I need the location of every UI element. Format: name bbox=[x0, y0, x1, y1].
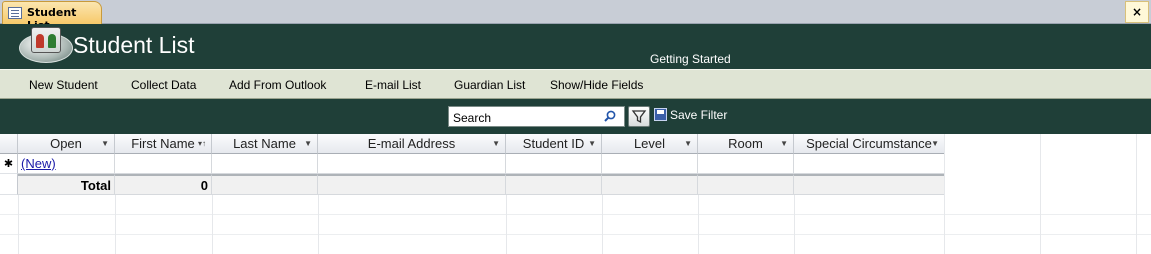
filter-button[interactable] bbox=[628, 106, 650, 127]
close-tab-button[interactable]: × bbox=[1125, 1, 1149, 23]
total-cell[interactable] bbox=[602, 174, 698, 195]
column-header-first-name[interactable]: First Name ▾↑ bbox=[115, 134, 212, 154]
grid-line bbox=[602, 195, 603, 254]
sort-ascending-icon[interactable]: ▾↑ bbox=[198, 134, 206, 154]
save-filter-button[interactable]: Save Filter bbox=[654, 108, 727, 122]
student-book-logo-icon bbox=[19, 27, 73, 63]
total-cell[interactable] bbox=[506, 174, 602, 195]
grid-line bbox=[0, 234, 1151, 235]
new-record-asterisk-icon: ✱ bbox=[3, 157, 14, 170]
column-header-label: Level bbox=[633, 136, 666, 151]
last-name-cell[interactable] bbox=[212, 154, 318, 174]
search-icon[interactable] bbox=[604, 110, 616, 122]
grid-line bbox=[944, 134, 945, 254]
document-tab-strip: Student List × bbox=[0, 0, 1151, 32]
tab-student-list[interactable]: Student List bbox=[2, 1, 102, 32]
save-filter-label: Save Filter bbox=[670, 108, 728, 122]
column-header-email[interactable]: E-mail Address ▼ bbox=[318, 134, 506, 154]
grid-line bbox=[506, 195, 507, 254]
column-header-special-circumstance[interactable]: Special Circumstance ▼ bbox=[794, 134, 945, 154]
grid-line bbox=[115, 195, 116, 254]
student-id-cell[interactable] bbox=[506, 154, 602, 174]
dropdown-arrow-icon[interactable]: ▼ bbox=[931, 134, 939, 154]
grid-line bbox=[212, 195, 213, 254]
new-record-selector[interactable]: ✱ bbox=[0, 154, 18, 174]
close-icon: × bbox=[1131, 5, 1143, 19]
room-cell[interactable] bbox=[698, 154, 794, 174]
getting-started-link[interactable]: Getting Started bbox=[650, 52, 731, 66]
level-cell[interactable] bbox=[602, 154, 698, 174]
column-header-open[interactable]: Open ▼ bbox=[18, 134, 115, 154]
form-header: Student List Getting Started bbox=[0, 24, 1151, 69]
dropdown-arrow-icon[interactable]: ▼ bbox=[492, 134, 500, 154]
column-header-label: Room bbox=[728, 136, 763, 151]
column-header-student-id[interactable]: Student ID ▼ bbox=[506, 134, 602, 154]
filter-icon bbox=[631, 110, 647, 124]
total-cell[interactable] bbox=[212, 174, 318, 195]
total-label: Total bbox=[18, 174, 115, 195]
column-header-room[interactable]: Room ▼ bbox=[698, 134, 794, 154]
select-all-corner[interactable] bbox=[0, 134, 18, 154]
search-bar: Save Filter bbox=[0, 99, 1151, 134]
total-cell[interactable] bbox=[318, 174, 506, 195]
total-cell[interactable] bbox=[698, 174, 794, 195]
dropdown-arrow-icon[interactable]: ▼ bbox=[588, 134, 596, 154]
grid-line bbox=[318, 195, 319, 254]
column-header-label: First Name bbox=[131, 136, 195, 151]
new-record-link[interactable]: (New) bbox=[21, 156, 56, 171]
column-header-row: Open ▼ First Name ▾↑ Last Name ▼ E-mail Add… bbox=[0, 134, 1151, 154]
grid-line bbox=[0, 214, 1151, 215]
totals-selector bbox=[0, 174, 18, 195]
column-header-label: E-mail Address bbox=[367, 136, 456, 151]
grid-line bbox=[1040, 134, 1041, 254]
column-header-label: Student ID bbox=[522, 136, 585, 151]
new-student-button[interactable]: New Student bbox=[29, 78, 98, 92]
form-icon bbox=[8, 7, 22, 19]
dropdown-arrow-icon[interactable]: ▼ bbox=[304, 134, 312, 154]
command-bar: New Student Collect Data Add From Outloo… bbox=[0, 69, 1151, 99]
collect-data-button[interactable]: Collect Data bbox=[131, 78, 196, 92]
grid-line bbox=[1136, 134, 1137, 254]
grid-line bbox=[18, 195, 19, 254]
column-header-label: Special Circumstance bbox=[806, 136, 932, 151]
open-cell[interactable]: (New) bbox=[18, 154, 115, 174]
total-first-name-count[interactable]: 0 bbox=[115, 174, 212, 195]
datasheet: Open ▼ First Name ▾↑ Last Name ▼ E-mail Add… bbox=[0, 134, 1151, 254]
guardian-list-button[interactable]: Guardian List bbox=[454, 78, 525, 92]
grid-line bbox=[794, 195, 795, 254]
special-circumstance-cell[interactable] bbox=[794, 154, 945, 174]
save-disk-icon bbox=[654, 108, 667, 121]
column-header-level[interactable]: Level ▼ bbox=[602, 134, 698, 154]
column-header-last-name[interactable]: Last Name ▼ bbox=[212, 134, 318, 154]
add-from-outlook-button[interactable]: Add From Outlook bbox=[229, 78, 326, 92]
email-list-button[interactable]: E-mail List bbox=[365, 78, 421, 92]
grid-line bbox=[698, 195, 699, 254]
show-hide-fields-button[interactable]: Show/Hide Fields bbox=[550, 78, 643, 92]
column-header-label: Last Name bbox=[233, 136, 296, 151]
dropdown-arrow-icon[interactable]: ▼ bbox=[780, 134, 788, 154]
first-name-cell[interactable] bbox=[115, 154, 212, 174]
total-cell[interactable] bbox=[794, 174, 945, 195]
dropdown-arrow-icon[interactable]: ▼ bbox=[101, 134, 109, 154]
page-title: Student List bbox=[73, 32, 195, 58]
dropdown-arrow-icon[interactable]: ▼ bbox=[684, 134, 692, 154]
search-input[interactable] bbox=[448, 106, 625, 127]
email-cell[interactable] bbox=[318, 154, 506, 174]
column-header-label: Open bbox=[50, 136, 82, 151]
